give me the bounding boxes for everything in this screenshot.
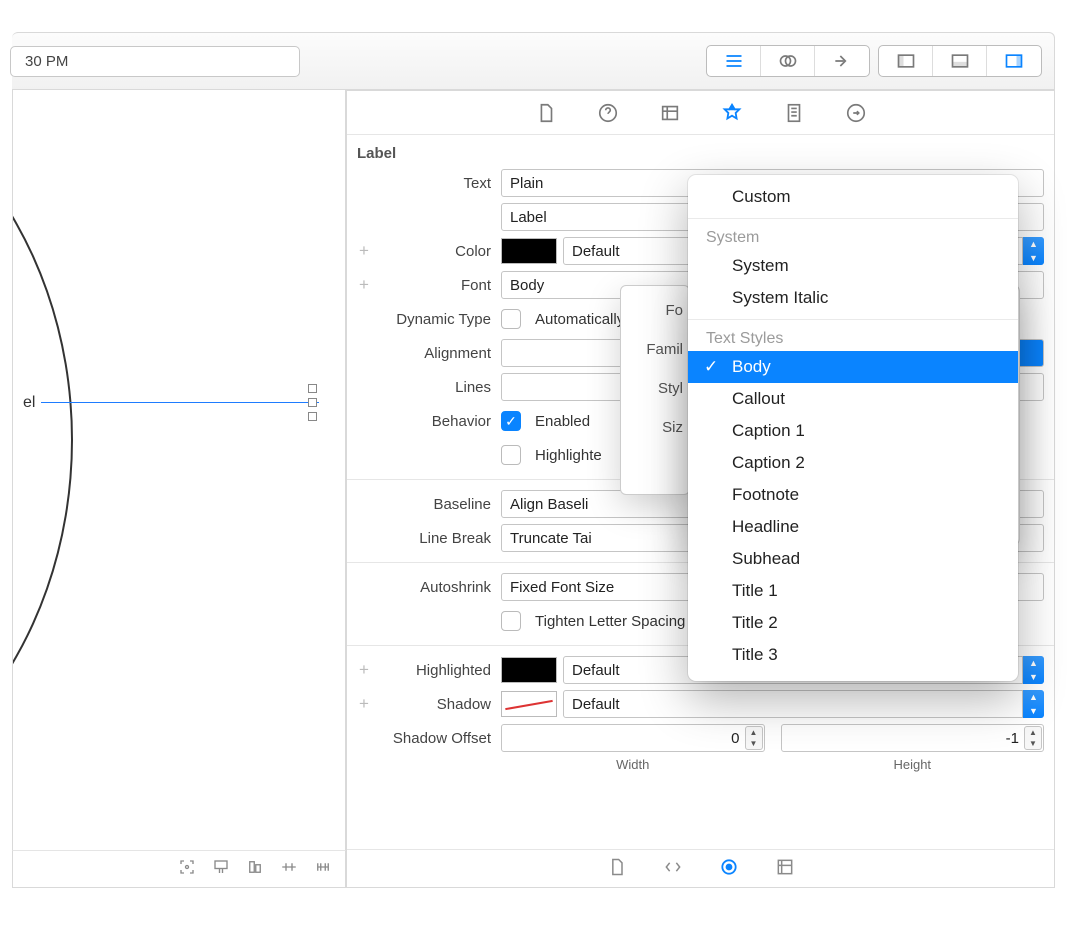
dynamic-type-label: Dynamic Type	[373, 311, 501, 328]
dropdown-header-text-styles: Text Styles	[688, 325, 1018, 351]
shadow-popup[interactable]: Default▲▼	[563, 690, 1044, 718]
selection-handle[interactable]	[308, 412, 317, 421]
auto-adjust-checkbox[interactable]	[501, 309, 521, 329]
add-shadow-button[interactable]: +	[357, 694, 371, 714]
color-label: Color	[373, 243, 501, 260]
dropdown-item-custom[interactable]: Custom	[688, 181, 1018, 213]
dropdown-item-subhead[interactable]: Subhead	[688, 543, 1018, 575]
selection-handle[interactable]	[308, 384, 317, 393]
dropdown-item-callout[interactable]: Callout	[688, 383, 1018, 415]
enabled-text: Enabled	[535, 413, 590, 430]
connections-inspector-tab[interactable]	[845, 102, 867, 124]
file-template-icon[interactable]	[607, 857, 627, 881]
alignment-label: Alignment	[373, 345, 501, 362]
shadow-label: Shadow	[373, 696, 501, 713]
section-title: Label	[347, 141, 1054, 166]
text-label: Text	[373, 175, 501, 192]
autoshrink-label: Autoshrink	[373, 579, 501, 596]
shadow-width-field[interactable]: 0 ▲▼	[501, 724, 765, 752]
help-inspector-tab[interactable]	[597, 102, 619, 124]
editor-assistant-icon[interactable]	[761, 46, 815, 76]
embed-icon[interactable]	[211, 858, 231, 880]
add-highlighted-button[interactable]: +	[357, 660, 371, 680]
style-row-label: Styl	[621, 380, 683, 397]
divider	[688, 319, 1018, 320]
add-font-button[interactable]: +	[357, 275, 371, 295]
panel-right-icon[interactable]	[987, 46, 1041, 76]
panel-toggle-segmented[interactable]	[878, 45, 1042, 77]
editor-standard-icon[interactable]	[707, 46, 761, 76]
dropdown-item-footnote[interactable]: Footnote	[688, 479, 1018, 511]
linebreak-label: Line Break	[373, 530, 501, 547]
window-toolbar: 30 PM	[12, 32, 1055, 90]
editor-version-icon[interactable]	[815, 46, 869, 76]
panel-left-icon[interactable]	[879, 46, 933, 76]
width-sublabel: Width	[501, 757, 765, 772]
editor-mode-segmented[interactable]	[706, 45, 870, 77]
selection-handle[interactable]	[308, 398, 317, 407]
align-icon[interactable]	[245, 858, 265, 880]
enabled-checkbox[interactable]: ✓	[501, 411, 521, 431]
tighten-text: Tighten Letter Spacing	[535, 613, 685, 630]
resolve-icon[interactable]	[313, 858, 333, 880]
panel-bottom-icon[interactable]	[933, 46, 987, 76]
dropdown-item-title-2[interactable]: Title 2	[688, 607, 1018, 639]
identity-inspector-tab[interactable]	[659, 102, 681, 124]
canvas-toolbar	[12, 850, 346, 888]
media-library-icon[interactable]	[775, 857, 795, 881]
stepper[interactable]: ▲▼	[745, 726, 763, 750]
inspector-tabs	[347, 91, 1054, 135]
font-label: Font	[373, 277, 501, 294]
object-library-icon[interactable]	[719, 857, 739, 881]
attributes-inspector-tab[interactable]	[721, 102, 743, 124]
selection-guide	[41, 402, 319, 403]
pin-icon[interactable]	[279, 858, 299, 880]
lines-label: Lines	[373, 379, 501, 396]
dropdown-item-system[interactable]: System	[688, 250, 1018, 282]
highlighted-swatch[interactable]	[501, 657, 557, 683]
dropdown-item-caption-1[interactable]: Caption 1	[688, 415, 1018, 447]
font-style-dropdown[interactable]: Custom System System System Italic Text …	[688, 175, 1018, 681]
size-row-label: Siz	[621, 419, 683, 436]
color-swatch[interactable]	[501, 238, 557, 264]
shadow-offset-label: Shadow Offset	[373, 730, 501, 747]
dropdown-item-caption-2[interactable]: Caption 2	[688, 447, 1018, 479]
focus-icon[interactable]	[177, 858, 197, 880]
font-row-label: Fo	[621, 302, 683, 319]
divider	[688, 218, 1018, 219]
baseline-label: Baseline	[373, 496, 501, 513]
dropdown-item-system-italic[interactable]: System Italic	[688, 282, 1018, 314]
add-color-button[interactable]: +	[357, 241, 371, 261]
dropdown-item-headline[interactable]: Headline	[688, 511, 1018, 543]
behavior-label: Behavior	[373, 413, 501, 430]
dropdown-item-body[interactable]: Body	[688, 351, 1018, 383]
dropdown-item-title-3[interactable]: Title 3	[688, 639, 1018, 671]
selected-label[interactable]: el	[23, 394, 35, 412]
file-inspector-tab[interactable]	[535, 102, 557, 124]
highlighted-text: Highlighte	[535, 447, 602, 464]
device-bezel	[12, 90, 73, 830]
dropdown-item-title-1[interactable]: Title 1	[688, 575, 1018, 607]
stepper[interactable]: ▲▼	[1024, 726, 1042, 750]
highlighted-label: Highlighted	[373, 662, 501, 679]
code-snippet-icon[interactable]	[663, 857, 683, 881]
height-sublabel: Height	[781, 757, 1045, 772]
family-row-label: Famil	[621, 341, 683, 358]
size-inspector-tab[interactable]	[783, 102, 805, 124]
highlighted-checkbox[interactable]	[501, 445, 521, 465]
dropdown-header-system: System	[688, 224, 1018, 250]
run-destination-field[interactable]: 30 PM	[10, 46, 300, 77]
library-tabs	[347, 849, 1054, 887]
tighten-checkbox[interactable]	[501, 611, 521, 631]
interface-builder-canvas[interactable]: el	[12, 90, 346, 888]
shadow-swatch[interactable]	[501, 691, 557, 717]
shadow-height-field[interactable]: -1 ▲▼	[781, 724, 1045, 752]
font-panel-labels: Fo Famil Styl Siz	[620, 285, 690, 495]
